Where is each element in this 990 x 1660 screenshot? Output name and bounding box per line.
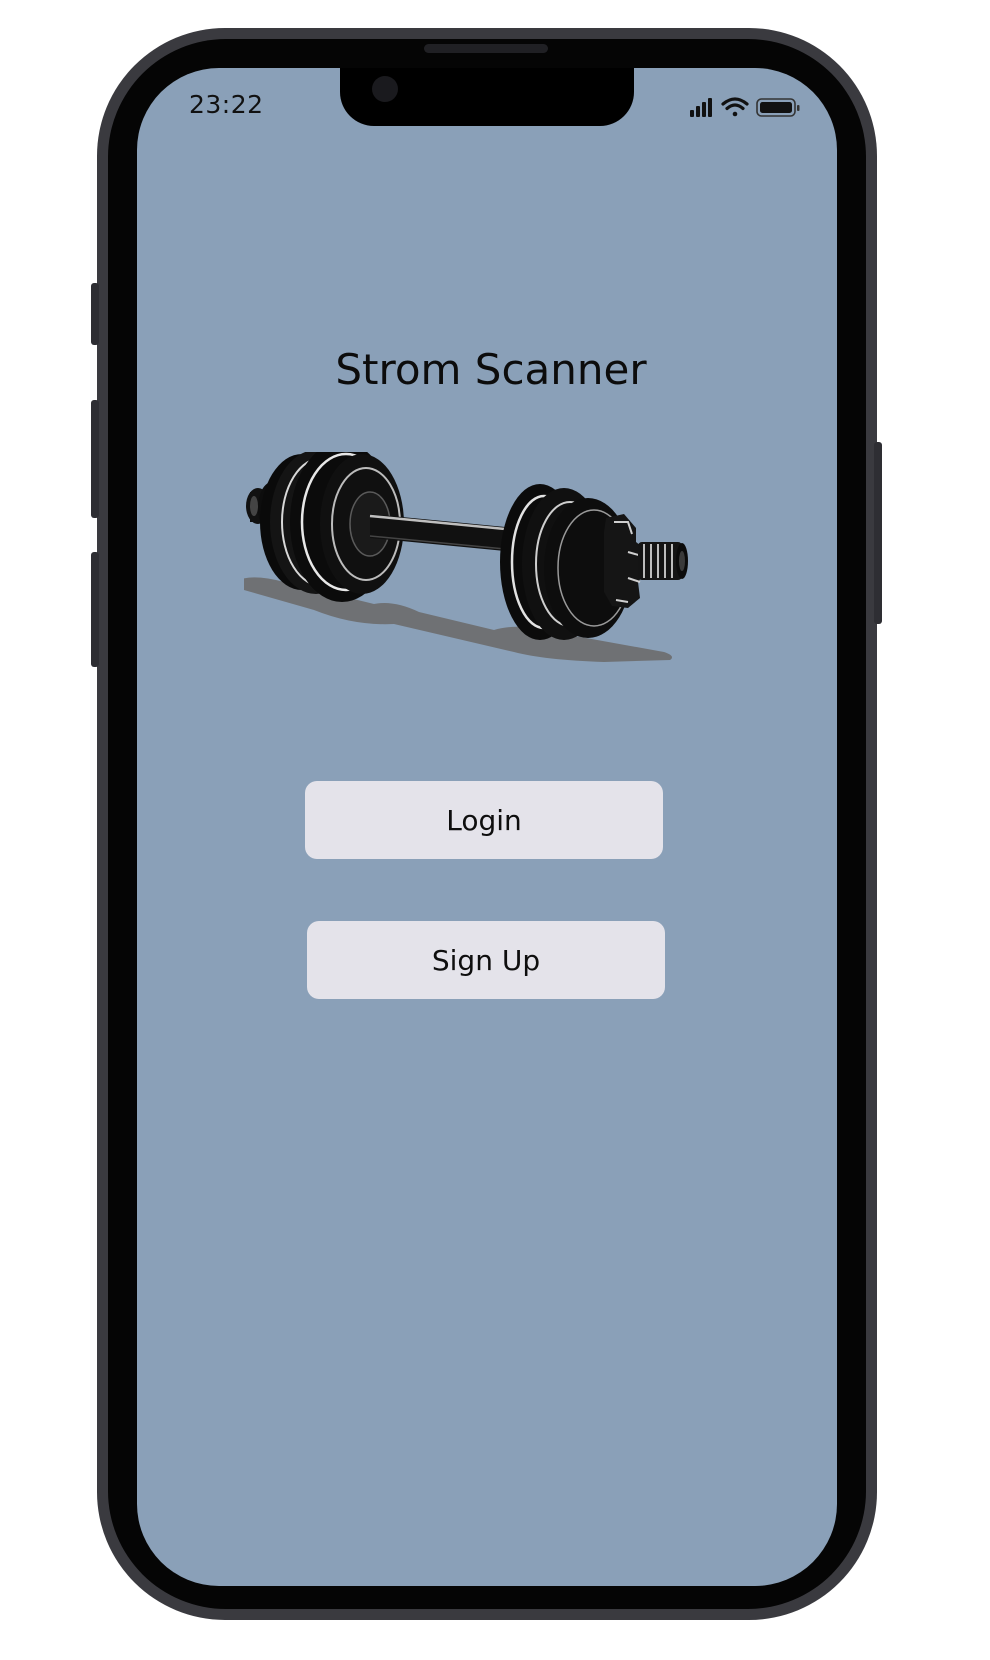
status-time: 23:22 — [189, 90, 264, 119]
cellular-signal-icon — [690, 98, 712, 117]
login-button[interactable]: Login — [305, 781, 663, 859]
dumbbell-icon — [244, 452, 688, 662]
wifi-icon — [721, 97, 749, 117]
silent-switch — [91, 283, 99, 345]
power-button — [874, 442, 882, 624]
volume-down-button — [91, 552, 99, 667]
volume-up-button — [91, 400, 99, 518]
speaker-grille — [424, 44, 548, 53]
camera-icon — [372, 76, 398, 102]
status-icons — [690, 97, 800, 117]
app-title: Strom Scanner — [335, 345, 647, 394]
sign-up-button[interactable]: Sign Up — [307, 921, 665, 999]
battery-icon — [756, 98, 800, 117]
